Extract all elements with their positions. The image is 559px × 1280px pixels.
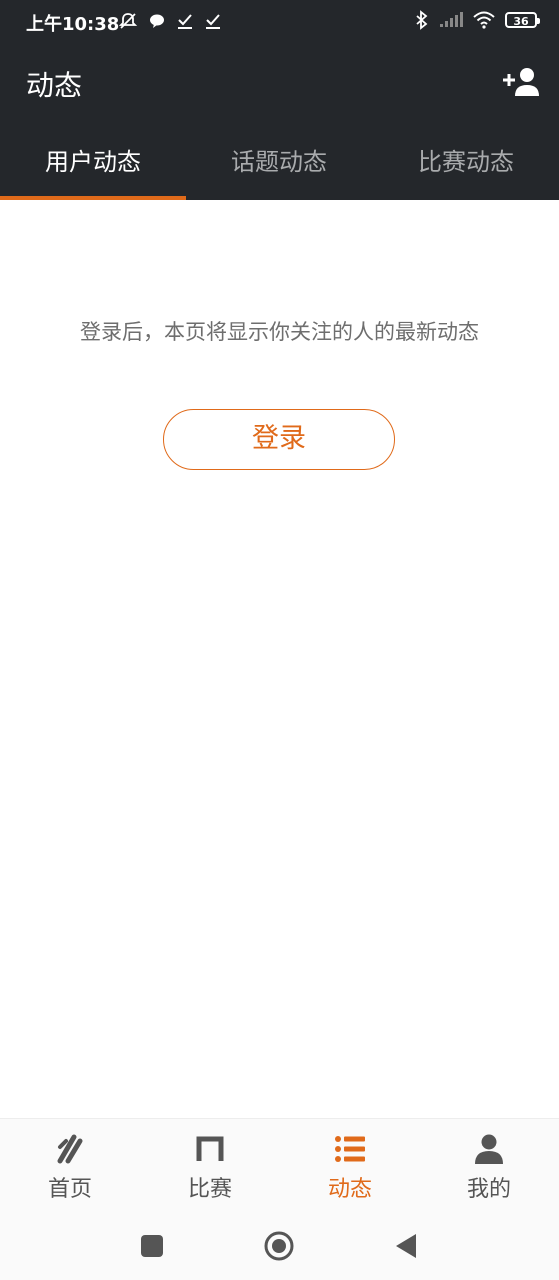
- status-bar: 上午10:38 36: [0, 0, 559, 44]
- active-tab-indicator: [0, 196, 186, 200]
- login-button[interactable]: 登录: [163, 409, 395, 470]
- feed-tabs: 用户动态 话题动态 比赛动态: [0, 120, 559, 200]
- check-icon: [206, 14, 220, 29]
- bottom-nav: 首页 比赛 动态 我的: [0, 1118, 559, 1213]
- home-icon: [57, 1134, 83, 1164]
- page-title: 动态: [26, 69, 83, 102]
- profile-icon: [475, 1134, 503, 1164]
- home-circle-icon[interactable]: [263, 1230, 295, 1262]
- nav-feed[interactable]: 动态: [280, 1119, 420, 1213]
- bluetooth-icon: [416, 10, 428, 30]
- nav-profile[interactable]: 我的: [419, 1119, 559, 1213]
- match-icon: [196, 1136, 224, 1161]
- battery-indicator: 36: [505, 12, 540, 28]
- muted-bell-icon: [118, 13, 138, 29]
- tab-topic-feed[interactable]: 话题动态: [186, 120, 372, 200]
- nav-home-label: 首页: [47, 1177, 92, 1202]
- status-time: 上午10:38: [26, 14, 120, 35]
- nav-match[interactable]: 比赛: [140, 1119, 280, 1213]
- recents-icon[interactable]: [136, 1230, 168, 1262]
- feed-list-icon: [335, 1136, 365, 1162]
- notification-icons: [118, 11, 222, 31]
- add-user-icon[interactable]: [501, 66, 541, 98]
- nav-match-label: 比赛: [187, 1177, 232, 1202]
- system-status-icons: 36: [415, 10, 540, 30]
- chat-bubble-icon: [150, 14, 164, 28]
- signal-icon: [440, 12, 463, 27]
- wifi-icon: [473, 11, 495, 29]
- nav-home[interactable]: 首页: [0, 1119, 140, 1213]
- app-header: 动态: [0, 44, 559, 120]
- tab-user-feed[interactable]: 用户动态: [0, 120, 186, 200]
- nav-feed-label: 动态: [327, 1177, 372, 1202]
- system-nav-bar: [0, 1212, 559, 1280]
- back-icon[interactable]: [390, 1230, 422, 1262]
- tab-match-feed[interactable]: 比赛动态: [373, 120, 559, 200]
- empty-state-message: 登录后，本页将显示你关注的人的最新动态: [80, 320, 479, 344]
- nav-profile-label: 我的: [466, 1177, 511, 1202]
- check-icon: [178, 14, 192, 29]
